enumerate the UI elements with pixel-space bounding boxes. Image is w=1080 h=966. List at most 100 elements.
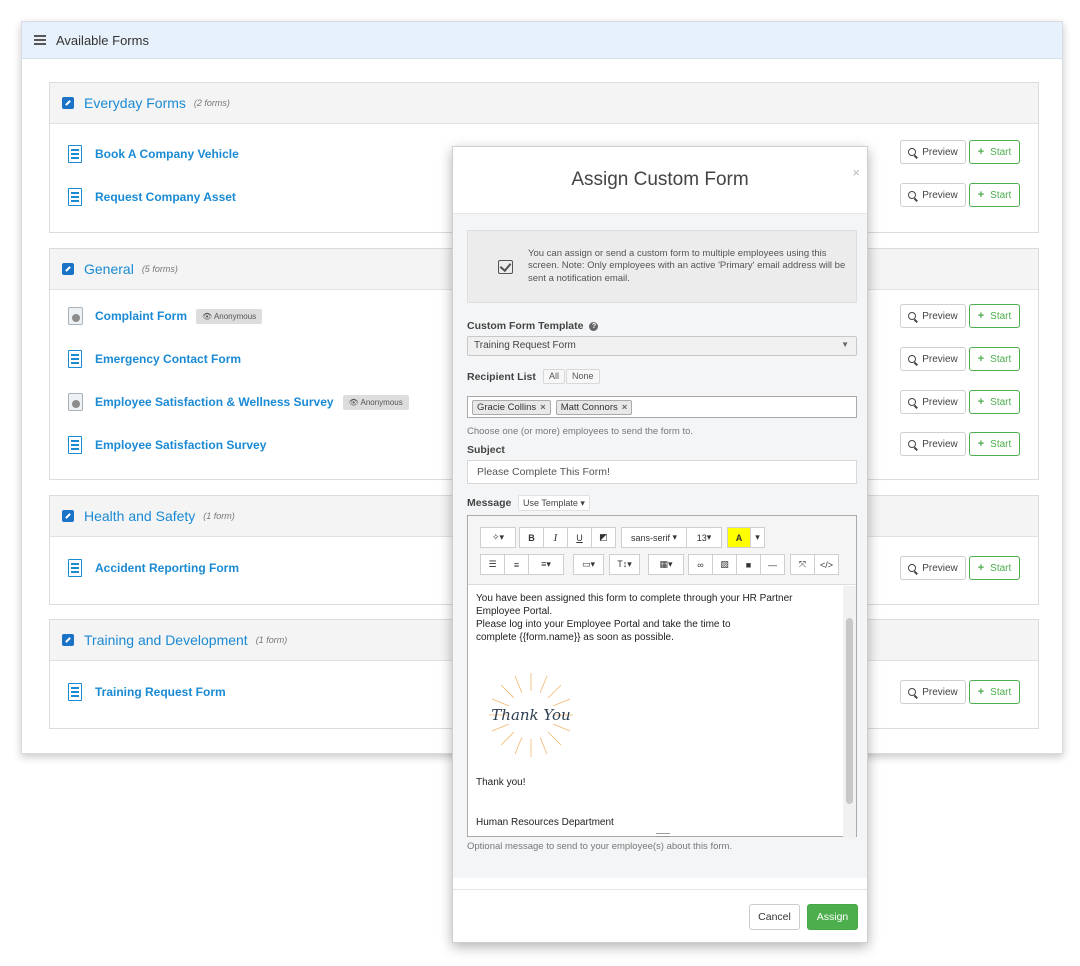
preview-button[interactable]: Preview (900, 432, 966, 456)
use-template-dropdown[interactable]: Use Template ▾ (518, 495, 590, 511)
table-icon[interactable]: ▦▾ (648, 554, 684, 575)
preview-button[interactable]: Preview (900, 304, 966, 328)
magic-wand-button[interactable]: ✧▾ (480, 527, 516, 548)
remove-icon[interactable]: × (540, 402, 546, 413)
fullscreen-icon[interactable]: ⤧ (790, 554, 815, 575)
edit-icon[interactable] (62, 634, 74, 646)
message-paragraph: Please log into your Employee Portal and… (476, 619, 731, 643)
survey-icon (68, 393, 83, 411)
form-link[interactable]: Training Request Form (95, 685, 226, 699)
modal-footer: Cancel Assign (453, 889, 867, 942)
underline-button[interactable]: U (567, 527, 592, 548)
image-icon[interactable]: ▨ (712, 554, 737, 575)
italic-button[interactable]: I (543, 527, 568, 548)
form-row: Emergency Contact Form (68, 348, 241, 370)
form-link[interactable]: Complaint Form (95, 309, 187, 323)
editor-content[interactable]: You have been assigned this form to comp… (468, 586, 842, 838)
start-button[interactable]: + Start (969, 432, 1020, 456)
group-title[interactable]: Training and Development (84, 632, 248, 648)
ordered-list-icon[interactable]: ≡ (504, 554, 529, 575)
search-icon (908, 564, 917, 572)
bold-button[interactable]: B (519, 527, 544, 548)
start-button[interactable]: + Start (969, 680, 1020, 704)
form-link[interactable]: Request Company Asset (95, 190, 236, 204)
align-dropdown-icon[interactable]: ≡▾ (528, 554, 564, 575)
preview-button[interactable]: Preview (900, 680, 966, 704)
start-button[interactable]: + Start (969, 304, 1020, 328)
edit-icon[interactable] (62, 263, 74, 275)
select-none-button[interactable]: None (566, 369, 600, 384)
form-link[interactable]: Employee Satisfaction & Wellness Survey (95, 395, 334, 409)
horizontal-rule-icon[interactable]: — (760, 554, 785, 575)
form-link[interactable]: Accident Reporting Form (95, 561, 239, 575)
text-format-icon[interactable]: T↕▾ (609, 554, 640, 575)
group-title[interactable]: Everyday Forms (84, 95, 186, 111)
anonymous-badge: 👁 Anonymous (196, 308, 263, 324)
search-icon (908, 148, 917, 156)
form-row: Complaint Form 👁 Anonymous (68, 305, 263, 327)
text-color-icon[interactable]: A (727, 527, 751, 548)
plus-icon: + (977, 146, 985, 158)
code-view-icon[interactable]: </> (814, 554, 839, 575)
search-icon (908, 440, 917, 448)
edit-icon[interactable] (62, 510, 74, 522)
recipient-label: Recipient List (467, 371, 536, 383)
form-link[interactable]: Book A Company Vehicle (95, 147, 239, 161)
info-box: You can assign or send a custom form to … (467, 230, 857, 303)
font-family-dropdown[interactable]: sans-serif ▾ (621, 527, 687, 548)
preview-button[interactable]: Preview (900, 140, 966, 164)
preview-button[interactable]: Preview (900, 556, 966, 580)
panel-header: Available Forms (22, 22, 1062, 59)
start-button[interactable]: + Start (969, 140, 1020, 164)
search-icon (908, 688, 917, 696)
color-dropdown-icon[interactable]: ▾ (750, 527, 765, 548)
link-icon[interactable]: ∞ (688, 554, 713, 575)
message-paragraph: Human Resources Department (476, 817, 614, 828)
start-button[interactable]: + Start (969, 556, 1020, 580)
group-count: (1 form) (203, 511, 235, 521)
preview-button[interactable]: Preview (900, 183, 966, 207)
form-icon (68, 188, 82, 206)
scrollbar[interactable] (846, 618, 853, 804)
search-icon (908, 312, 917, 320)
assign-button[interactable]: Assign (807, 904, 858, 930)
help-icon[interactable]: ? (589, 322, 599, 331)
form-link[interactable]: Employee Satisfaction Survey (95, 438, 266, 452)
remove-icon[interactable]: × (622, 402, 628, 413)
subject-field[interactable]: Please Complete This Form! (467, 460, 857, 484)
plus-icon: + (977, 686, 985, 698)
eraser-icon[interactable]: ◩ (591, 527, 616, 548)
group-title[interactable]: General (84, 261, 134, 277)
select-all-button[interactable]: All (543, 369, 566, 384)
resize-handle[interactable] (656, 833, 670, 837)
search-icon (908, 191, 917, 199)
group-title[interactable]: Health and Safety (84, 508, 195, 524)
form-icon (68, 145, 82, 163)
cancel-button[interactable]: Cancel (749, 904, 800, 930)
search-icon (908, 355, 917, 363)
recipient-help: Choose one (or more) employees to send t… (467, 426, 694, 437)
recipient-tag: Matt Connors × (555, 399, 633, 415)
close-icon[interactable]: × (852, 165, 860, 180)
group-count: (2 forms) (193, 98, 230, 108)
unordered-list-icon[interactable]: ☰ (480, 554, 505, 575)
start-button[interactable]: + Start (969, 390, 1020, 414)
message-help: Optional message to send to your employe… (467, 841, 733, 852)
template-select[interactable]: Training Request Form ▼ (467, 336, 857, 356)
video-icon[interactable]: ■ (736, 554, 761, 575)
info-text: You can assign or send a custom form to … (528, 247, 846, 284)
form-icon (68, 350, 82, 368)
font-size-dropdown[interactable]: 13 ▾ (686, 527, 722, 548)
message-paragraph: Thank you! (476, 777, 526, 788)
recipient-input[interactable]: Gracie Collins × Matt Connors × (467, 396, 857, 418)
edit-icon[interactable] (62, 97, 74, 109)
svg-text:Thank You: Thank You (491, 706, 570, 724)
panel-title: Available Forms (56, 32, 149, 48)
preview-button[interactable]: Preview (900, 390, 966, 414)
style-dropdown-icon[interactable]: ▭▾ (573, 554, 604, 575)
form-link[interactable]: Emergency Contact Form (95, 352, 241, 366)
anonymous-badge: 👁 Anonymous (342, 394, 409, 410)
start-button[interactable]: + Start (969, 183, 1020, 207)
start-button[interactable]: + Start (969, 347, 1020, 371)
preview-button[interactable]: Preview (900, 347, 966, 371)
